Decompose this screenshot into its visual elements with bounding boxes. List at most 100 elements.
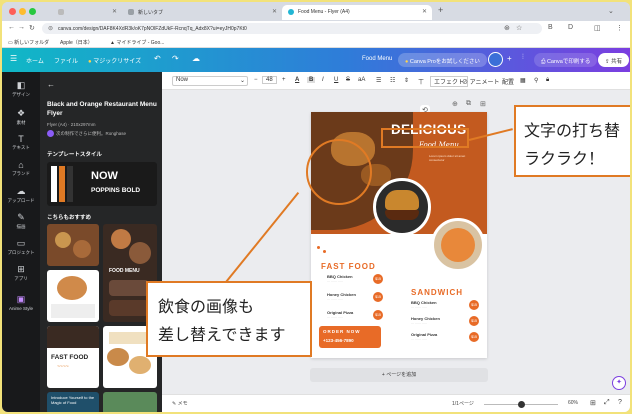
price-badge[interactable]: $15: [373, 274, 383, 284]
minimize-window-button[interactable]: [19, 8, 26, 15]
file-menu-button[interactable]: ファイル: [54, 56, 78, 65]
order-now-label: ORDER NOW: [323, 329, 361, 334]
apps-icon: ⊞: [17, 264, 25, 274]
bookmark-apple[interactable]: Apple（日本）: [60, 39, 93, 46]
tab-list-icon[interactable]: ⌄: [608, 7, 614, 15]
share-button[interactable]: ⇪ 共有: [598, 53, 630, 67]
rail-item-design[interactable]: ◧ デザイン: [2, 80, 40, 98]
bookmark-star-icon[interactable]: ☆: [516, 24, 522, 32]
close-icon[interactable]: ✕: [112, 8, 117, 15]
underline-icon[interactable]: U: [334, 77, 338, 83]
align-icon[interactable]: ☰: [376, 77, 381, 84]
avatar[interactable]: [488, 52, 503, 67]
tab-label: Food Menu - Flyer (A4): [298, 9, 350, 15]
close-icon[interactable]: ✕: [272, 8, 277, 15]
price-badge[interactable]: $15: [469, 300, 479, 310]
brand-icon: ⌂: [18, 160, 24, 170]
price-badge[interactable]: $15: [469, 332, 479, 342]
add-collaborator-icon[interactable]: +: [507, 54, 512, 63]
grid-view-icon[interactable]: ⊞: [590, 399, 596, 407]
forward-icon[interactable]: →: [18, 24, 25, 31]
bookmark-drive[interactable]: ▲ マイドライブ - Goo...: [110, 39, 164, 46]
rail-item-draw[interactable]: ✎ 描画: [2, 212, 40, 230]
strikethrough-icon[interactable]: S: [346, 77, 350, 83]
template-thumb[interactable]: [47, 224, 99, 266]
home-button[interactable]: ホーム: [26, 56, 44, 65]
increase-size-icon[interactable]: +: [282, 77, 286, 83]
price-badge[interactable]: $15: [373, 292, 383, 302]
rail-item-brand[interactable]: ⌂ ブランド: [2, 160, 40, 177]
add-page-icon[interactable]: ⊞: [480, 100, 486, 108]
address-bar[interactable]: ⊜ canva.com/design/DAF8K4XdR3k/oK7pNOlFZ…: [42, 23, 542, 34]
tab-food-menu[interactable]: Food Menu - Flyer (A4) ✕: [282, 5, 432, 20]
bold-icon[interactable]: B: [307, 77, 316, 83]
paint-format-icon[interactable]: ⚲: [534, 77, 538, 84]
close-icon[interactable]: ✕: [422, 8, 427, 15]
template-thumb[interactable]: [103, 392, 157, 412]
menu-item-desc: ··· ······ ·····: [411, 337, 427, 341]
magic-assist-icon[interactable]: ✦: [612, 376, 626, 390]
rail-item-uploads[interactable]: ☁ アップロード: [2, 186, 40, 204]
section-sandwich[interactable]: SANDWICH: [411, 288, 463, 297]
new-tab-icon[interactable]: +: [438, 5, 443, 15]
template-thumb[interactable]: [47, 270, 99, 322]
duplicate-page-icon[interactable]: ⧉: [466, 100, 471, 108]
back-arrow-icon[interactable]: ←: [47, 80, 55, 89]
price-badge[interactable]: $15: [373, 310, 383, 320]
rail-item-elements[interactable]: ❖ 素材: [2, 108, 40, 126]
bookmark-folder[interactable]: ▭ 新しいフォルダ: [8, 39, 49, 46]
lock-page-icon[interactable]: ⊕: [452, 100, 458, 108]
site-info-icon[interactable]: ⊜: [48, 25, 53, 32]
vertical-text-icon[interactable]: ㄒ: [418, 77, 424, 86]
tab-blank[interactable]: ✕: [52, 5, 122, 20]
list-icon[interactable]: ☷: [390, 77, 395, 84]
decrease-size-icon[interactable]: −: [254, 77, 258, 83]
sidepanel-icon[interactable]: ◫: [594, 24, 601, 32]
shapes-icon: ❖: [16, 108, 26, 118]
extension-icon[interactable]: B: [548, 24, 553, 31]
close-window-button[interactable]: [9, 8, 16, 15]
zoom-level[interactable]: 60%: [568, 400, 578, 406]
pro-trial-button[interactable]: ● Canva Proをお試しください: [398, 53, 487, 67]
hamburger-icon[interactable]: ☰: [10, 54, 17, 63]
lock-icon[interactable]: 🔒︎: [546, 77, 549, 84]
maximize-window-button[interactable]: [29, 8, 36, 15]
back-icon[interactable]: ←: [8, 24, 15, 31]
transparency-icon[interactable]: ▦: [520, 77, 526, 84]
redo-icon[interactable]: ↷: [172, 54, 179, 63]
template-thumb[interactable]: FAST FOOD ~~~~: [47, 326, 99, 388]
case-icon[interactable]: aA: [358, 77, 365, 83]
rail-item-anime[interactable]: ▣ Anime Style: [2, 294, 40, 311]
rail-item-text[interactable]: T テキスト: [2, 134, 40, 151]
spacing-icon[interactable]: ⇕: [404, 77, 409, 84]
italic-icon[interactable]: I: [322, 77, 324, 83]
position-button[interactable]: 配置: [502, 77, 514, 86]
chart-icon[interactable]: ⫶: [522, 54, 524, 62]
font-size-input[interactable]: 48: [262, 76, 277, 84]
pen-icon: ✎: [17, 212, 25, 222]
rail-item-apps[interactable]: ⊞ アプリ: [2, 264, 40, 282]
help-icon[interactable]: ?: [618, 399, 622, 406]
undo-icon[interactable]: ↶: [154, 54, 161, 63]
animate-button[interactable]: ⊘ アニメート: [462, 77, 500, 86]
magic-resize-button[interactable]: ● マジックリサイズ: [88, 56, 141, 65]
translate-icon[interactable]: ⊛: [504, 24, 510, 32]
section-fast-food[interactable]: FAST FOOD: [321, 262, 376, 271]
document-title[interactable]: Food Menu: [362, 56, 392, 62]
owner-avatar: [47, 130, 54, 137]
menu-kebab-icon[interactable]: ⋮: [616, 24, 623, 32]
page-indicator[interactable]: 1/1ページ: [452, 400, 474, 407]
style-sample-card[interactable]: NOW POPPINS BOLD: [47, 162, 157, 206]
notes-button[interactable]: ✎ メモ: [172, 400, 188, 407]
fullscreen-icon[interactable]: ⤢: [604, 399, 610, 407]
price-badge[interactable]: $15: [469, 316, 479, 326]
rail-item-projects[interactable]: ▭ プロジェクト: [2, 238, 40, 256]
add-page-button[interactable]: + ページを追加: [310, 368, 488, 382]
tab-new[interactable]: 新しいタブ ✕: [122, 5, 282, 20]
text-color-icon[interactable]: A: [295, 77, 299, 83]
template-thumb[interactable]: Introduce Yourself to the Magic of Food: [47, 392, 99, 412]
download-icon[interactable]: D: [568, 24, 573, 31]
print-button[interactable]: ⎙ Canvaで印刷する: [534, 53, 598, 67]
zoom-slider-thumb[interactable]: [518, 401, 525, 408]
reload-icon[interactable]: ↻: [29, 24, 35, 32]
